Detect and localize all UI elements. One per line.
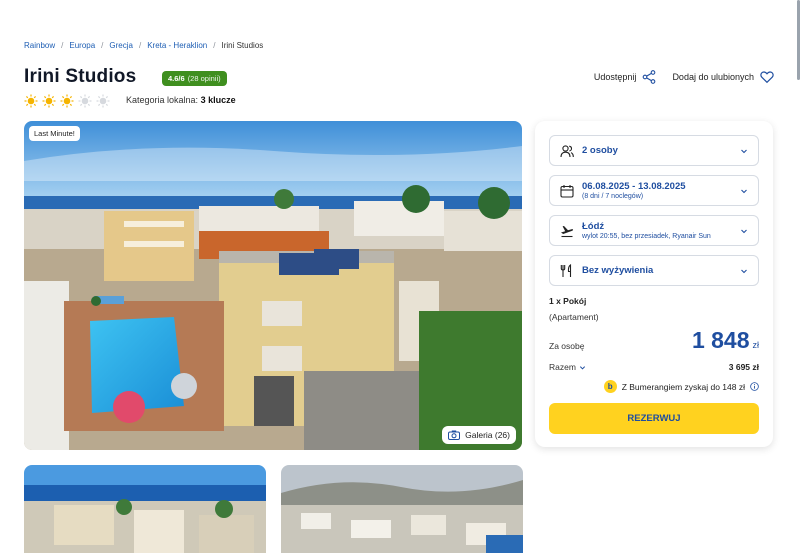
dates-duration: (8 dni / 7 noclegów) <box>582 193 644 200</box>
chevron-down-icon <box>741 149 747 153</box>
breadcrumb-link-greece[interactable]: Grecja <box>109 41 133 50</box>
category-value: 3 klucze <box>200 95 236 105</box>
total-label: Razem <box>549 362 576 372</box>
breadcrumb-separator: / <box>101 41 104 50</box>
share-label: Udostępnij <box>593 72 637 82</box>
per-person-label: Za osobę <box>549 341 585 351</box>
gallery-button[interactable]: Galeria (26) <box>442 426 516 444</box>
page-title: Irini Studios <box>24 66 137 87</box>
rating-opinions: (28 opinii) <box>187 74 221 83</box>
main-photo[interactable]: Last Minute! Galeria (26) <box>24 121 522 450</box>
total-toggle[interactable]: Razem <box>549 362 586 372</box>
chevron-down-icon <box>741 229 747 233</box>
departure-select[interactable]: Łódź wylot 20:55, bez przesiadek, Ryanai… <box>549 215 759 246</box>
breadcrumb: Rainbow / Europa / Grecja / Kreta - Hera… <box>24 41 263 50</box>
room-count: 1 x Pokój <box>549 296 587 306</box>
share-icon <box>643 70 656 84</box>
gallery-label: Galeria (26) <box>465 430 510 440</box>
rating-score: 4.6/6 <box>168 74 185 83</box>
bumerang-text: Z Bumerangiem zyskaj do 148 zł <box>621 381 745 392</box>
cutlery-icon <box>560 263 574 278</box>
chevron-down-icon <box>579 365 585 369</box>
breadcrumb-separator: / <box>61 41 64 50</box>
price-currency: zł <box>752 340 760 350</box>
plane-icon <box>560 224 574 238</box>
bumerang-info: b Z Bumerangiem zyskaj do 148 zł <box>603 380 759 393</box>
hotel-photo-image <box>24 121 522 450</box>
sun-empty-icon <box>78 94 92 108</box>
breadcrumb-separator: / <box>213 41 216 50</box>
thumbnail-image <box>281 465 523 553</box>
dates-select[interactable]: 06.08.2025 - 13.08.2025 (8 dni / 7 nocle… <box>549 175 759 206</box>
persons-select[interactable]: 2 osoby <box>549 135 759 166</box>
chevron-down-icon <box>741 189 747 193</box>
favorite-button[interactable]: Dodaj do ulubionych <box>672 70 774 84</box>
header-actions: Udostępnij Dodaj do ulubionych <box>594 70 774 84</box>
rating-badge[interactable]: 4.6/6 (28 opinii) <box>162 71 227 86</box>
board-select[interactable]: Bez wyżywienia <box>549 255 759 286</box>
board-value: Bez wyżywienia <box>582 265 654 276</box>
calendar-icon <box>560 184 574 198</box>
departure-city: Łódź <box>582 221 605 232</box>
chevron-down-icon <box>741 269 747 273</box>
booking-panel: 2 osoby 06.08.2025 - 13.08.2025 (8 dni /… <box>535 121 773 447</box>
sun-icon <box>24 94 38 108</box>
breadcrumb-separator: / <box>138 41 142 50</box>
sun-empty-icon <box>96 94 110 108</box>
breadcrumb-link-rainbow[interactable]: Rainbow <box>24 41 55 50</box>
breadcrumb-current: Irini Studios <box>221 41 264 50</box>
price-value: 1 848 <box>691 327 750 353</box>
sun-icon <box>60 94 74 108</box>
breadcrumb-link-europe[interactable]: Europa <box>69 41 95 50</box>
reserve-button[interactable]: REZERWUJ <box>549 403 759 434</box>
total-value: 3 695 zł <box>728 362 759 372</box>
room-type: (Apartament) <box>549 312 599 322</box>
local-category: Kategoria lokalna: 3 klucze <box>126 95 236 105</box>
favorite-label: Dodaj do ulubionych <box>672 72 754 82</box>
sun-icon <box>42 94 56 108</box>
camera-icon <box>448 430 461 440</box>
bumerang-logo-icon: b <box>603 380 617 393</box>
gallery-thumbnail[interactable] <box>24 465 266 553</box>
gallery-thumbnail[interactable] <box>281 465 523 553</box>
thumbnail-image <box>24 465 266 553</box>
share-button[interactable]: Udostępnij <box>594 70 657 84</box>
departure-details: wylot 20:55, bez przesiadek, Ryanair Sun <box>582 233 711 240</box>
category-label: Kategoria lokalna: <box>126 95 199 105</box>
price-per-person: 1 848 zł <box>692 327 759 354</box>
info-icon[interactable] <box>750 382 759 391</box>
persons-value: 2 osoby <box>582 145 618 156</box>
breadcrumb-link-crete[interactable]: Kreta - Heraklion <box>147 41 207 50</box>
sun-rating <box>24 94 110 108</box>
users-icon <box>560 144 574 158</box>
heart-icon <box>760 71 774 84</box>
dates-value: 06.08.2025 - 13.08.2025 <box>582 181 686 192</box>
last-minute-badge: Last Minute! <box>29 126 80 141</box>
